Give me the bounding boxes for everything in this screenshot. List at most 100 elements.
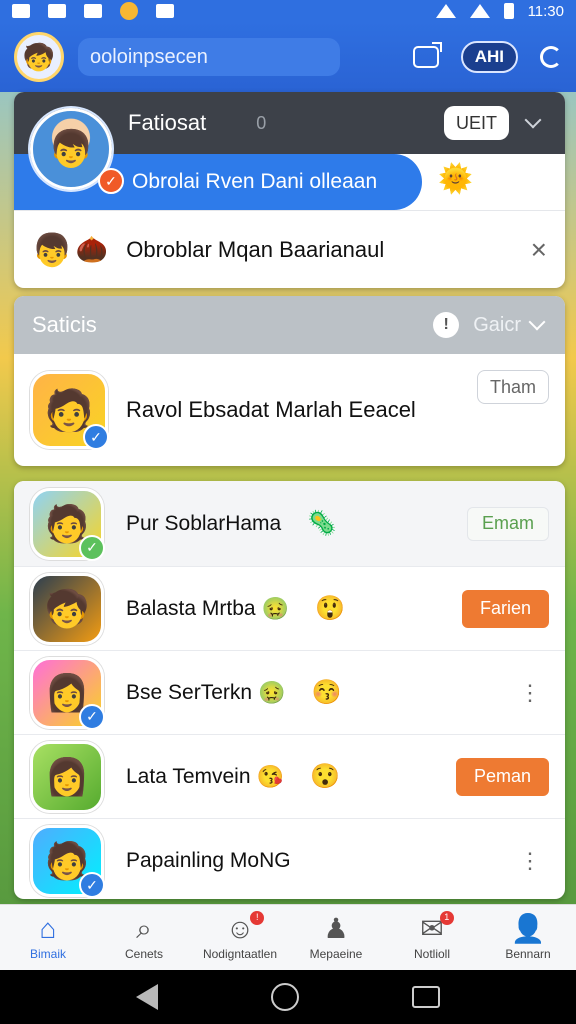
- contact-name: Bse SerTerkn: [126, 680, 253, 704]
- more-options-icon[interactable]: ⋮: [519, 680, 549, 705]
- ai-label: AHI: [474, 47, 504, 66]
- contact-action-label: Peman: [473, 766, 531, 786]
- contact-action-button[interactable]: Emam: [466, 506, 549, 541]
- contact-name: Pur SoblarHama: [126, 511, 282, 535]
- status-card: Saticis ! Gaicr 🧑 ✓ Ravol Ebsadat Marlah…: [14, 296, 565, 466]
- contact-avatar[interactable]: 👩: [30, 740, 104, 813]
- notification-badge-icon: ✓: [98, 168, 124, 194]
- sun-emoji-icon: 🌞: [438, 163, 473, 194]
- notification-icon: [84, 4, 102, 18]
- list-item[interactable]: 🧑 ✓ Papainling MoNG ⋮: [14, 819, 565, 899]
- emoji-icon: 😘: [256, 763, 284, 789]
- nav-item-notifications[interactable]: ☺! Nodigntaatlen: [192, 905, 288, 970]
- featured-count: 0: [256, 112, 267, 133]
- emoji-icon: 🤢: [261, 595, 289, 621]
- emoji-icon: 😲: [314, 595, 345, 622]
- status-entry[interactable]: 🧑 ✓ Ravol Ebsadat Marlah Eeacel Tham: [14, 354, 565, 466]
- compose-icon[interactable]: [412, 42, 442, 68]
- status-time: 11:30: [527, 2, 564, 20]
- notification-dot: !: [250, 910, 265, 925]
- notification-icon: [156, 4, 174, 18]
- top-app-bar: 🧒 ooloinpsecen AHI: [0, 22, 576, 92]
- verified-check-icon: ✓: [79, 534, 105, 561]
- mail-icon: ✉ 1: [420, 910, 454, 943]
- recent-apps-icon[interactable]: [411, 986, 440, 1008]
- verified-check-icon: ✓: [79, 703, 105, 730]
- contact-avatar[interactable]: 🧒: [30, 572, 104, 645]
- search-input[interactable]: ooloinpsecen: [78, 38, 340, 76]
- nav-item-people[interactable]: ♟ Mepaeine: [288, 905, 384, 970]
- contact-action-button[interactable]: Farien: [461, 589, 549, 628]
- contact-name: Papainling MoNG: [126, 849, 291, 872]
- suggestion-text: Obroblar Mqan Baarianaul: [126, 236, 385, 262]
- more-options-icon[interactable]: ⋮: [519, 848, 549, 873]
- nav-item-messages[interactable]: ✉ 1 Notlioll: [384, 905, 480, 970]
- nav-label: Notlioll: [413, 946, 450, 961]
- suggestion-row[interactable]: 👦 🌰 Obroblar Mqan Baarianaul ×: [14, 210, 565, 288]
- home-icon: ⌂: [39, 912, 57, 944]
- verified-check-icon: ✓: [79, 872, 105, 898]
- status-card-header: Saticis ! Gaicr: [14, 296, 565, 354]
- contacts-list: 🧑 ✓ Pur SoblarHama 🦠 Emam 🧒 Balasta Mrtba…: [14, 481, 565, 899]
- status-avatar[interactable]: 🧑 ✓: [30, 371, 109, 450]
- featured-title: Fatiosat: [128, 110, 207, 135]
- home-circle-icon[interactable]: [270, 983, 299, 1011]
- wifi-icon: [435, 4, 456, 18]
- emoji-notification-icon: [120, 2, 138, 20]
- face-icon: ☺!: [226, 910, 265, 943]
- nav-label: Mepaeine: [309, 946, 363, 961]
- status-name: Ravol Ebsadat Marlah Eeacel: [126, 396, 416, 422]
- spiky-emoji-icon: 🌰: [75, 234, 109, 264]
- nav-label: Nodigntaatlen: [202, 946, 278, 961]
- battery-icon: [503, 3, 514, 19]
- notification-dot: 1: [439, 910, 454, 925]
- refresh-icon[interactable]: [540, 46, 562, 68]
- list-item[interactable]: 👩 Lata Temvein 😘 😯 Peman: [14, 735, 565, 819]
- info-icon[interactable]: !: [433, 312, 460, 338]
- profile-avatar-icon[interactable]: 🧒: [14, 32, 64, 82]
- status-action-button[interactable]: Tham: [476, 370, 549, 404]
- notification-icon: [12, 4, 30, 18]
- status-bar: 11:30: [0, 0, 576, 22]
- contact-avatar[interactable]: 🧑 ✓: [30, 487, 105, 561]
- nav-item-search[interactable]: ⌕ Cenets: [96, 905, 192, 970]
- emoji-icon: 🤢: [258, 679, 286, 705]
- chevron-down-icon[interactable]: [524, 111, 542, 129]
- emoji-icon: 😯: [309, 763, 340, 790]
- bottom-navigation: ⌂ Bimaik ⌕ Cenets ☺! Nodigntaatlen ♟ Mep…: [0, 904, 576, 970]
- ai-button[interactable]: AHI: [460, 41, 518, 73]
- contact-action-button[interactable]: Peman: [455, 757, 549, 796]
- featured-action-button[interactable]: UEIT: [443, 106, 509, 140]
- contact-action-label: Emam: [481, 513, 534, 533]
- list-item[interactable]: 🧑 ✓ Pur SoblarHama 🦠 Emam: [14, 481, 565, 567]
- back-icon[interactable]: [136, 984, 159, 1010]
- list-item[interactable]: 👩 ✓ Bse SerTerkn 🤢 😚 ⋮: [14, 651, 565, 735]
- signal-icon: [469, 4, 490, 18]
- nav-item-home[interactable]: ⌂ Bimaik: [0, 905, 96, 970]
- chat-bubble-text: Obrolai Rven Dani olleaan: [132, 170, 378, 193]
- contact-avatar[interactable]: 🧑 ✓: [30, 825, 105, 898]
- close-icon[interactable]: ×: [531, 234, 547, 266]
- emoji-icon: 😚: [311, 679, 342, 706]
- chevron-down-icon[interactable]: [528, 313, 546, 331]
- nav-label: Cenets: [124, 946, 164, 961]
- emoji-icon: 🦠: [307, 510, 338, 537]
- system-navigation-bar: [0, 970, 576, 1024]
- person-icon: ♟: [323, 912, 349, 944]
- person-avatar-icon: 👦: [32, 231, 72, 268]
- status-action-label: Tham: [489, 376, 536, 397]
- contact-avatar[interactable]: 👩 ✓: [30, 656, 105, 730]
- status-title: Saticis: [32, 312, 97, 337]
- featured-card: Fatiosat 0 UEIT Obrolai Rven Dani olleaa…: [14, 92, 565, 288]
- contact-name: Balasta Mrtba: [126, 596, 256, 620]
- search-text: ooloinpsecen: [90, 45, 208, 68]
- status-filter[interactable]: Gaicr: [473, 314, 521, 337]
- account-icon: 👤: [510, 912, 546, 944]
- list-item[interactable]: 🧒 Balasta Mrtba 🤢 😲 Farien: [14, 567, 565, 651]
- nav-item-account[interactable]: 👤 Bennarn: [480, 905, 576, 970]
- nav-label: Bennarn: [505, 946, 551, 961]
- contact-action-label: Farien: [479, 598, 531, 618]
- search-icon: ⌕: [136, 912, 152, 944]
- contact-name: Lata Temvein: [126, 764, 251, 788]
- notification-icon: [48, 4, 66, 18]
